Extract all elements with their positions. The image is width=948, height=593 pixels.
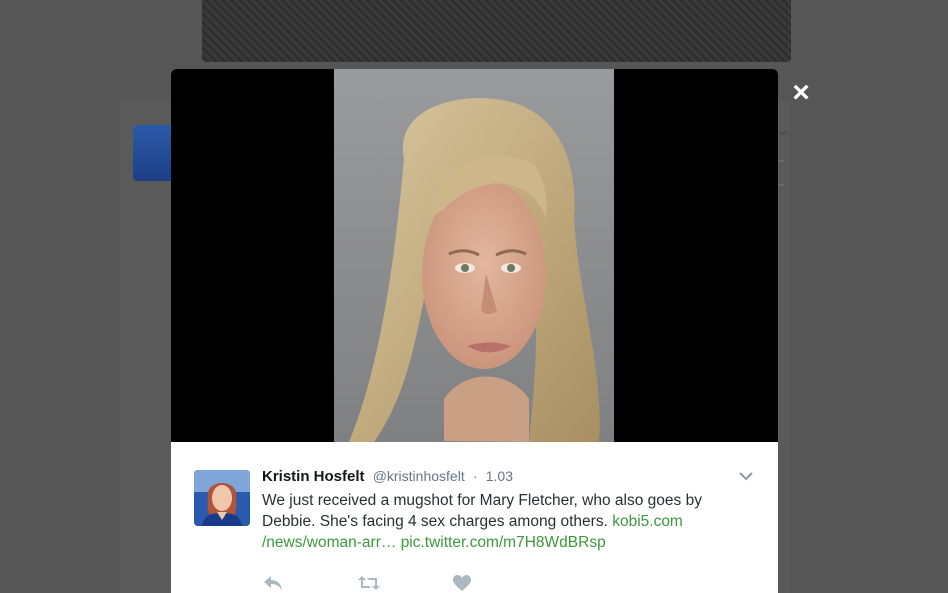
chevron-down-icon[interactable] — [738, 468, 758, 484]
media-viewer — [171, 69, 778, 442]
separator: · — [472, 468, 478, 484]
mugshot-photo[interactable] — [334, 69, 614, 442]
retweet-icon[interactable] — [357, 574, 381, 593]
article-link-path[interactable]: /news/woman-arr… — [262, 534, 396, 551]
reply-icon[interactable] — [262, 574, 286, 593]
author-handle[interactable]: @kristinhosfelt — [373, 468, 465, 484]
tweet-card: Kristin Hosfelt @kristinhosfelt · 1.03 W… — [171, 442, 778, 593]
timestamp[interactable]: 1.03 — [486, 468, 513, 484]
article-link[interactable]: kobi5.com — [612, 513, 683, 530]
tweet-text: We just received a mugshot for Mary Flet… — [262, 490, 752, 553]
avatar[interactable] — [194, 470, 250, 526]
media-modal: Kristin Hosfelt @kristinhosfelt · 1.03 W… — [171, 69, 778, 593]
background-tweet-image — [202, 0, 791, 62]
like-icon[interactable] — [452, 574, 476, 593]
pic-link[interactable]: pic.twitter.com/m7H8WdBRsp — [401, 534, 606, 551]
author-name[interactable]: Kristin Hosfelt — [262, 468, 365, 485]
tweet-header: Kristin Hosfelt @kristinhosfelt · 1.03 — [262, 468, 513, 485]
close-icon[interactable]: × — [784, 76, 818, 110]
background-chevron-icon: ⌄ — [777, 122, 791, 139]
